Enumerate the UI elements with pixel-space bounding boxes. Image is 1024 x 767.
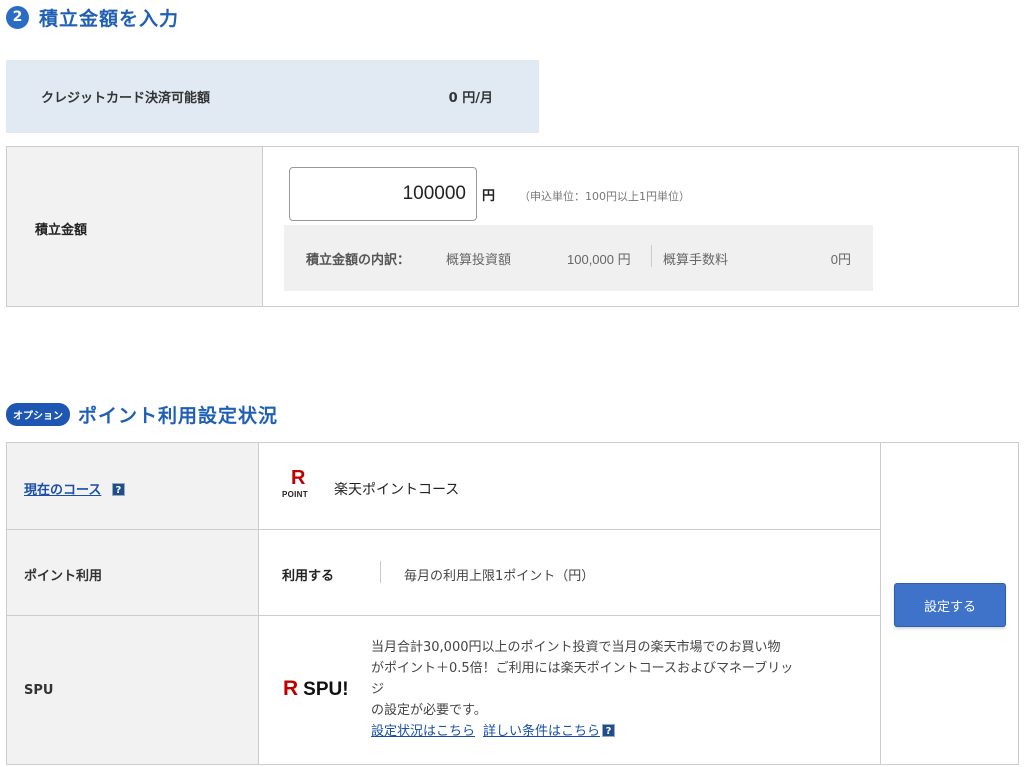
section-heading-amount: 2 積立金額を入力 (6, 2, 179, 32)
settings-status-link[interactable]: 設定状況はこちら (371, 724, 475, 739)
amount-input[interactable] (289, 167, 477, 221)
current-course-link[interactable]: 現在のコース (24, 483, 101, 498)
breakdown-title: 積立金額の内訳： (306, 253, 411, 268)
fee-value: 0円 (830, 252, 851, 267)
point-usage-value: 利用する (282, 569, 335, 584)
section-title: 積立金額を入力 (39, 7, 180, 30)
help-icon[interactable]: ? (602, 724, 616, 737)
section-title: ポイント利用設定状況 (78, 404, 279, 427)
investment-label: 概算投資額 (446, 253, 512, 268)
amount-label: 積立金額 (35, 223, 88, 238)
spu-desc-line: の設定が必要です。 (371, 703, 487, 718)
point-usage-limit: 毎月の利用上限1ポイント（円） (404, 569, 595, 584)
amount-label-cell: 積立金額 (7, 147, 263, 306)
help-icon[interactable]: ? (111, 483, 125, 496)
rakuten-r-icon: R (283, 677, 299, 700)
spu-label: SPU (24, 683, 54, 698)
course-name: 楽天ポイントコース (334, 482, 460, 498)
row-divider (7, 615, 880, 616)
amount-breakdown: 積立金額の内訳： 概算投資額 100,000 円 概算手数料 0円 (284, 225, 873, 291)
spu-desc-line: がポイント＋0.5倍！ご利用には楽天ポイントコースおよびマネーブリッ (371, 661, 794, 676)
credit-limit-value: 0 円/月 (448, 91, 493, 106)
row-divider (7, 529, 880, 530)
section-heading-points: オプション ポイント利用設定状況 (6, 401, 278, 427)
spu-logo-text: SPU! (303, 679, 349, 700)
credit-limit-band: クレジットカード決済可能額 0 円/月 (6, 60, 539, 133)
spu-description: 当月合計30,000円以上のポイント投資で当月の楽天市場でのお買い物 がポイント… (371, 637, 871, 742)
step-number-badge: 2 (6, 5, 29, 29)
spu-links: 設定状況はこちら 詳しい条件はこちら? (371, 721, 871, 742)
spu-desc-line: 当月合計30,000円以上のポイント投資で当月の楽天市場でのお買い物 (371, 640, 781, 655)
point-logo-text: POINT (282, 490, 308, 499)
breakdown-divider (651, 245, 652, 267)
amount-unit: 円 (482, 189, 496, 204)
amount-table: 積立金額 円 （申込単位：100円以上1円単位） 積立金額の内訳： 概算投資額 … (6, 146, 1019, 307)
configure-button[interactable]: 設定する (894, 583, 1006, 627)
current-course-label-wrap: 現在のコース ? (24, 479, 125, 498)
action-column-divider (880, 443, 881, 764)
fee-label: 概算手数料 (663, 253, 729, 268)
points-table: 現在のコース ? R POINT 楽天ポイントコース ポイント利用 利用する 毎… (6, 442, 1019, 765)
rakuten-point-logo: R POINT (281, 467, 323, 503)
amount-note: （申込単位：100円以上1円単位） (519, 190, 690, 203)
option-badge: オプション (6, 402, 70, 426)
investment-value: 100,000 円 (567, 252, 631, 267)
point-usage-label: ポイント利用 (24, 569, 103, 584)
spu-logo: R SPU! (283, 677, 349, 701)
rakuten-r-icon: R (291, 467, 306, 489)
details-link[interactable]: 詳しい条件はこちら (483, 724, 600, 739)
credit-limit-label: クレジットカード決済可能額 (41, 91, 211, 106)
usage-divider (380, 561, 381, 583)
spu-desc-line: ジ (371, 682, 385, 697)
